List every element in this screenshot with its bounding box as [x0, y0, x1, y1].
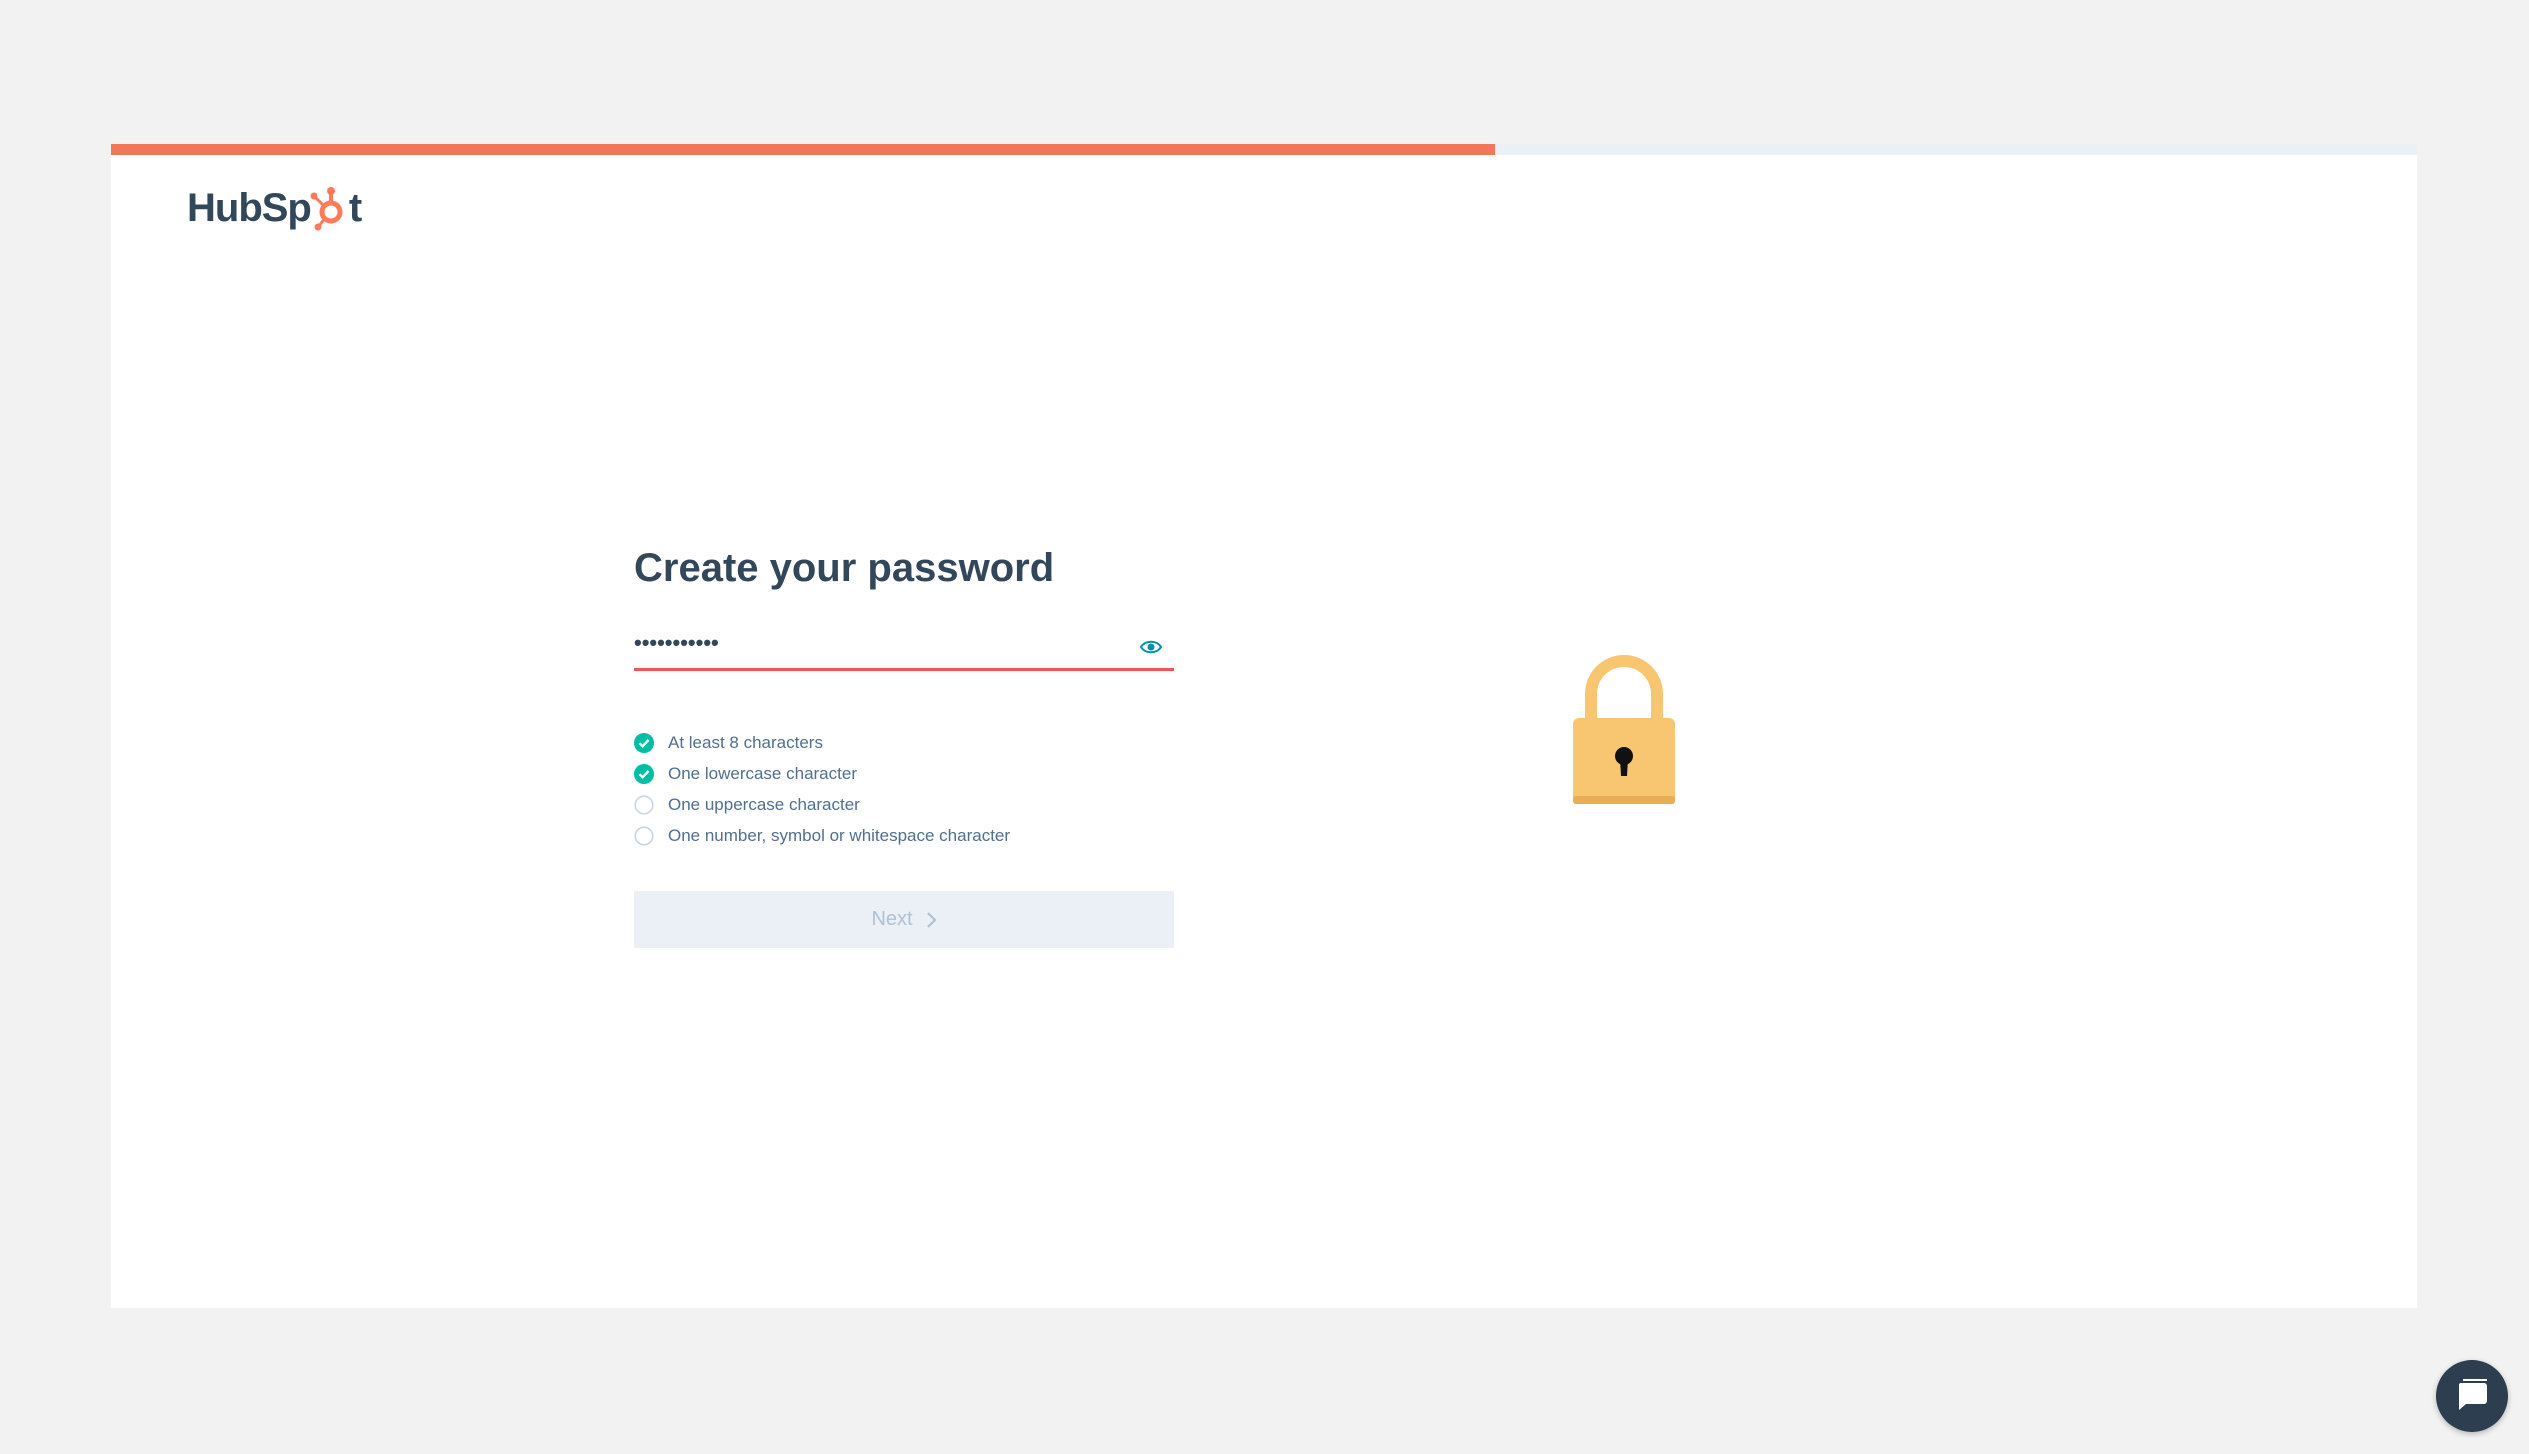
- password-rule-label: At least 8 characters: [668, 732, 823, 752]
- password-rule-label: One lowercase character: [668, 763, 857, 783]
- empty-circle-icon: [634, 794, 654, 815]
- logo-text-left: HubSp: [187, 185, 312, 230]
- password-rule-label: One uppercase character: [668, 794, 860, 814]
- logo-text-right: t: [348, 185, 362, 230]
- chat-button[interactable]: [2436, 1360, 2508, 1432]
- chevron-right-icon: [926, 911, 937, 928]
- empty-circle-icon: [634, 825, 654, 846]
- eye-icon[interactable]: [1140, 636, 1162, 658]
- check-circle-icon: [634, 763, 654, 784]
- hubspot-logo[interactable]: HubSp t: [187, 180, 362, 236]
- progress-track: [111, 144, 2417, 155]
- password-rule: One number, symbol or whitespace charact…: [634, 820, 1174, 851]
- next-button-label: Next: [871, 908, 913, 930]
- password-rule: One uppercase character: [634, 789, 1174, 820]
- create-password-form: Create your password ••••••••••• At leas…: [634, 544, 1174, 948]
- check-circle-icon: [634, 732, 654, 753]
- page-title: Create your password: [634, 546, 1055, 590]
- next-button[interactable]: Next: [634, 891, 1174, 948]
- password-rule-label: One number, symbol or whitespace charact…: [668, 825, 1011, 845]
- password-rules: At least 8 characters One lowercase chara…: [634, 727, 1174, 851]
- password-value[interactable]: •••••••••••: [634, 630, 719, 656]
- signup-card: HubSp t Create your password •••••••••••…: [111, 144, 2508, 1432]
- password-rule: One lowercase character: [634, 758, 1174, 789]
- progress-bar: [111, 144, 1495, 155]
- padlock-icon: [1573, 655, 1675, 804]
- chat-icon: [2458, 1379, 2487, 1410]
- password-rule: At least 8 characters: [634, 727, 1174, 758]
- sprocket-icon: [310, 187, 343, 231]
- password-field[interactable]: •••••••••••: [634, 628, 1174, 671]
